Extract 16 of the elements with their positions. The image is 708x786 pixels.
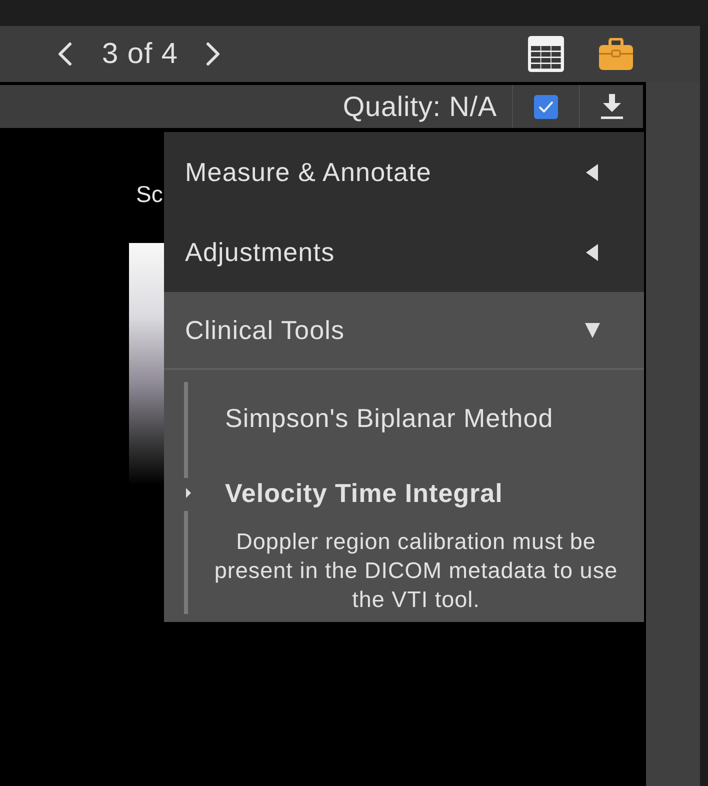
table-icon[interactable] [528,36,564,72]
page-counter: 3 of 4 [102,38,178,70]
menu-item[interactable]: Adjustments [164,212,644,292]
download-icon[interactable] [600,94,622,119]
toolbox-icon[interactable] [599,38,633,70]
caret-right-icon [186,488,191,498]
caret-left-icon [586,244,598,260]
checkbox[interactable] [534,94,558,118]
quality-label: Quality: N/A [342,90,498,122]
menu-item[interactable]: Measure & Annotate [164,132,644,212]
chevron-right-icon[interactable] [206,42,220,66]
tool-item[interactable]: Velocity Time Integral [184,478,644,508]
caret-down-icon [585,322,600,338]
viewer-overlay-text: Sc [136,180,163,209]
chevron-left-icon[interactable] [58,42,72,66]
caret-left-icon [586,164,598,180]
